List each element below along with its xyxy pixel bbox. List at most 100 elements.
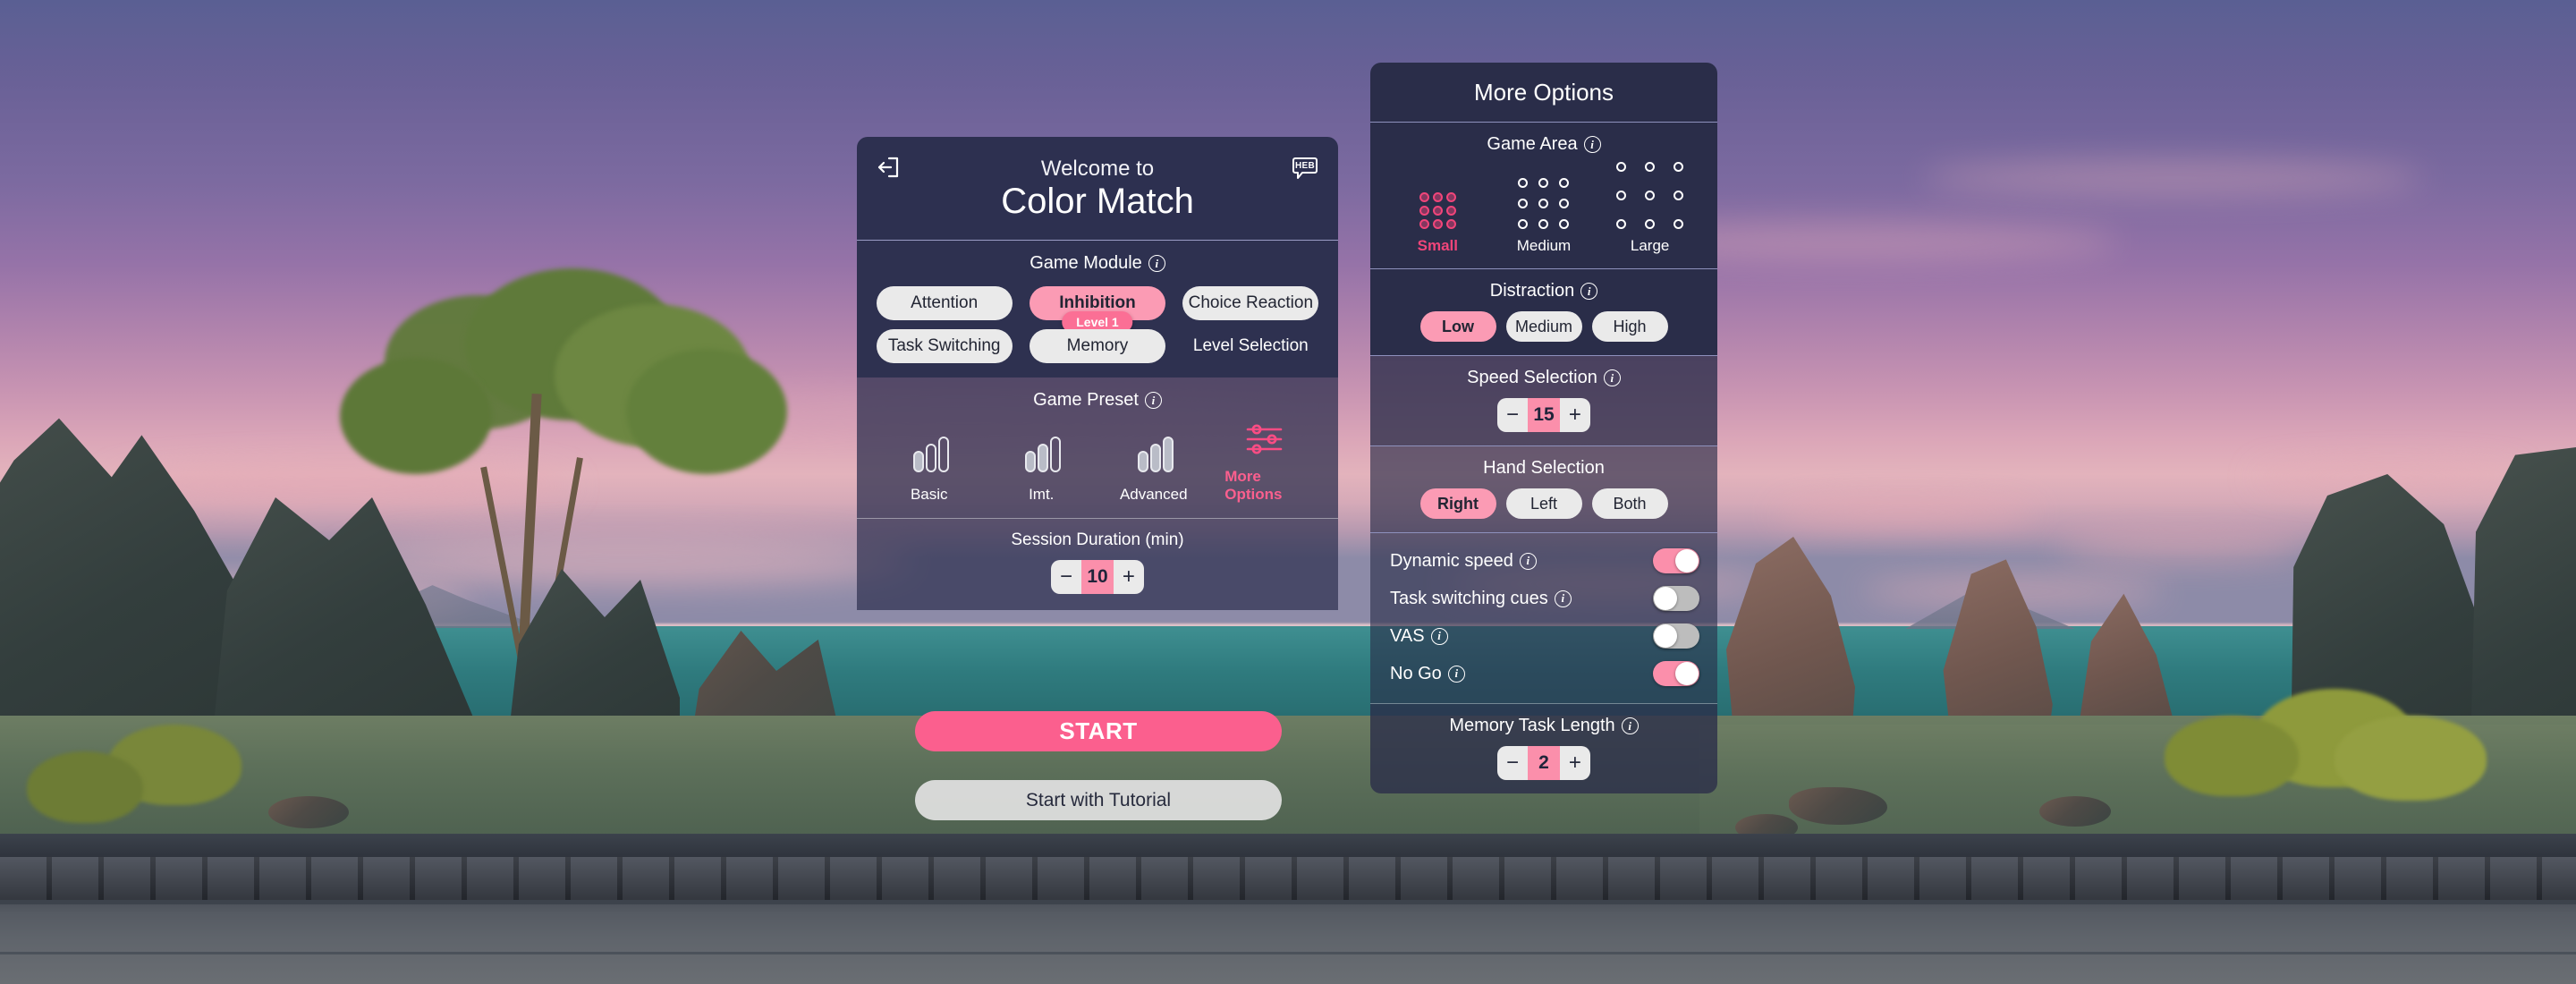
language-code: HEB — [1294, 161, 1315, 171]
brick-course — [0, 857, 2576, 900]
start-button[interactable]: START — [915, 711, 1282, 751]
cloud — [340, 537, 912, 585]
game-preset-option-label: Basic — [910, 486, 948, 504]
stone — [1789, 787, 1887, 825]
session-duration-label: Session Duration (min) — [857, 530, 1338, 550]
wall-capstone — [0, 834, 2576, 857]
distraction-option-high[interactable]: High — [1591, 311, 1668, 342]
game-area-dot — [1674, 191, 1684, 200]
hand-option-left[interactable]: Left — [1505, 488, 1582, 519]
game-area-dot — [1559, 219, 1570, 229]
toggle-label-text: Dynamic speed — [1390, 550, 1513, 571]
panel-header: HEB Welcome to Color Match — [857, 137, 1338, 242]
info-icon[interactable]: i — [1519, 552, 1537, 570]
hand-selection-section: Hand Selection Right Left Both — [1370, 446, 1717, 533]
toggle-dynamic-speed[interactable] — [1653, 548, 1699, 573]
memory-task-length-label: Memory Task Length i — [1370, 716, 1717, 736]
info-icon[interactable]: i — [1580, 283, 1598, 300]
session-duration-section: Session Duration (min) − 10 + — [857, 519, 1338, 611]
game-area-section: Game Area i Small Medium Large — [1370, 123, 1717, 269]
game-area-dot — [1645, 162, 1656, 172]
speed-selection-stepper[interactable]: − 15 + — [1497, 398, 1590, 432]
game-preset-option-more-options[interactable]: More Options — [1224, 421, 1307, 504]
info-icon[interactable]: i — [1144, 392, 1162, 410]
distraction-option-medium[interactable]: Medium — [1505, 311, 1582, 342]
bars-1-icon — [909, 436, 950, 479]
session-duration-increment[interactable]: + — [1114, 560, 1144, 594]
game-area-dot — [1419, 192, 1429, 202]
game-area-dot — [1445, 192, 1456, 202]
distraction-option-low[interactable]: Low — [1419, 311, 1496, 342]
info-icon[interactable]: i — [1621, 717, 1639, 734]
game-area-option-medium[interactable]: Medium — [1495, 178, 1593, 255]
speed-selection-section: Speed Selection i − 15 + — [1370, 356, 1717, 446]
stone-pavement — [0, 900, 2576, 984]
session-duration-value: 10 — [1081, 560, 1114, 595]
toggle-row: Task switching cues i — [1370, 580, 1717, 617]
cloud — [1923, 161, 2424, 195]
game-area-dot — [1616, 219, 1627, 229]
game-module-option-task-switching[interactable]: Task Switching — [876, 329, 1013, 364]
info-icon[interactable]: i — [1148, 255, 1165, 273]
game-area-dot — [1616, 191, 1627, 200]
section-label-text: Game Area — [1487, 134, 1578, 154]
speed-increment[interactable]: + — [1560, 398, 1590, 432]
game-module-option-choice-reaction[interactable]: Choice Reaction — [1182, 286, 1319, 321]
section-label-text: Session Duration (min) — [1011, 530, 1184, 550]
exit-icon[interactable] — [877, 157, 900, 182]
session-duration-decrement[interactable]: − — [1051, 560, 1081, 594]
speed-decrement[interactable]: − — [1497, 398, 1528, 432]
start-with-tutorial-button[interactable]: Start with Tutorial — [915, 780, 1282, 820]
hand-option-right[interactable]: Right — [1419, 488, 1496, 519]
game-module-option-memory[interactable]: Memory — [1029, 329, 1165, 364]
game-module-option-level-selection[interactable]: Level Selection — [1182, 329, 1318, 363]
toggle-row: VAS i — [1370, 617, 1717, 655]
game-module-options: Attention Inhibition Level 1 Choice Reactio… — [857, 274, 1338, 364]
game-area-dot — [1559, 199, 1570, 208]
toggle-label-text: VAS — [1390, 625, 1425, 646]
game-preset-option-label: More Options — [1224, 468, 1283, 504]
game-preset-section: Game Preset i Basic Imt. Advanced More Opt… — [857, 377, 1338, 520]
game-area-option-small[interactable]: Small — [1388, 192, 1487, 255]
game-area-dot — [1419, 206, 1429, 216]
distraction-section: Distraction i Low Medium High — [1370, 269, 1717, 356]
game-area-dot — [1538, 199, 1549, 208]
memory-decrement[interactable]: − — [1497, 746, 1528, 780]
game-preset-option-advanced[interactable]: Advanced — [1113, 436, 1195, 504]
info-icon[interactable]: i — [1583, 136, 1601, 153]
more-options-panel: More Options Game Area i Small Medium Larg… — [1370, 63, 1717, 793]
game-area-dot — [1645, 191, 1656, 200]
info-icon[interactable]: i — [1603, 369, 1621, 386]
memory-increment[interactable]: + — [1560, 746, 1590, 780]
welcome-panel: HEB Welcome to Color Match Game Module i… — [857, 137, 1338, 611]
memory-task-length-section: Memory Task Length i − 2 + — [1370, 704, 1717, 793]
hand-selection-options: Right Left Both — [1370, 479, 1717, 519]
app-title: Color Match — [1001, 182, 1194, 222]
info-icon[interactable]: i — [1430, 627, 1448, 645]
hand-option-both[interactable]: Both — [1591, 488, 1668, 519]
distraction-label: Distraction i — [1370, 281, 1717, 301]
bush — [2334, 716, 2487, 801]
game-preset-option-basic[interactable]: Basic — [888, 436, 970, 504]
language-selector-icon[interactable]: HEB — [1292, 157, 1318, 186]
game-module-cell: Task Switching — [871, 329, 1017, 364]
memory-task-length-stepper[interactable]: − 2 + — [1497, 746, 1590, 780]
game-area-dot — [1432, 219, 1443, 229]
session-duration-stepper[interactable]: − 10 + — [1051, 560, 1144, 595]
toggle-vas[interactable] — [1653, 623, 1699, 649]
info-icon[interactable]: i — [1447, 665, 1465, 683]
bars-2-icon — [1021, 436, 1062, 479]
game-area-dot — [1645, 219, 1656, 229]
game-area-dot — [1432, 206, 1443, 216]
toggle-no-go[interactable] — [1653, 661, 1699, 686]
info-icon[interactable]: i — [1554, 590, 1572, 607]
speed-selection-label: Speed Selection i — [1370, 368, 1717, 388]
game-area-dot — [1445, 206, 1456, 216]
game-preset-option-label: Advanced — [1119, 486, 1188, 504]
toggle-task-switching-cues[interactable] — [1653, 586, 1699, 611]
cloud — [2057, 537, 2308, 558]
game-preset-option-imt-[interactable]: Imt. — [1000, 436, 1082, 504]
game-module-option-attention[interactable]: Attention — [876, 286, 1013, 321]
game-area-option-large[interactable]: Large — [1601, 162, 1699, 255]
stone — [268, 796, 349, 828]
